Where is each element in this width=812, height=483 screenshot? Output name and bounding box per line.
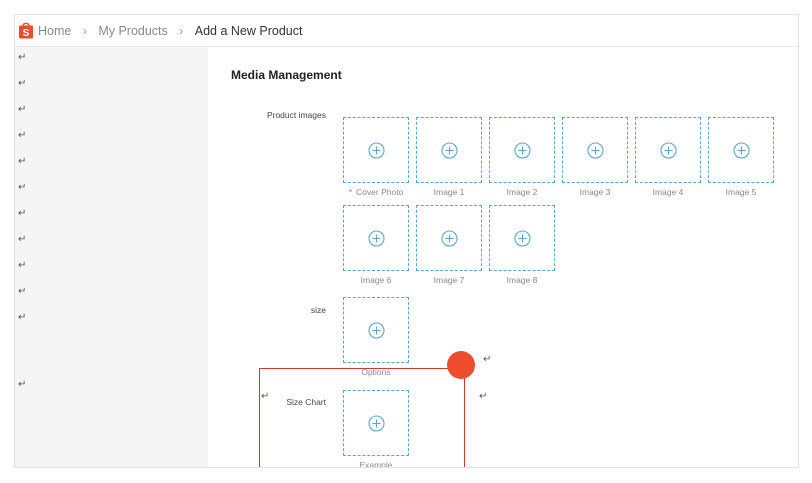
section-title: Media Management bbox=[231, 68, 342, 82]
breadcrumb-home[interactable]: Home bbox=[38, 24, 71, 38]
plus-circle-icon bbox=[514, 230, 531, 247]
plus-circle-icon bbox=[660, 142, 677, 159]
plus-circle-icon bbox=[733, 142, 750, 159]
cover-photo-caption: * Cover Photo bbox=[343, 187, 409, 197]
cover-photo-upload-slot[interactable] bbox=[343, 117, 409, 183]
breadcrumb: Home › My Products › Add a New Product bbox=[38, 23, 302, 38]
return-mark: ↵ bbox=[18, 379, 27, 390]
return-mark: ↵ bbox=[18, 78, 27, 89]
breadcrumb-current: Add a New Product bbox=[194, 23, 303, 38]
plus-circle-icon bbox=[368, 230, 385, 247]
chevron-right-icon: › bbox=[82, 23, 87, 38]
image-upload-slot-5[interactable] bbox=[708, 117, 774, 183]
cover-photo-text: Cover Photo bbox=[356, 187, 404, 197]
return-mark: ↵ bbox=[18, 156, 27, 167]
breadcrumb-my-products[interactable]: My Products bbox=[98, 24, 167, 38]
image-slot-caption: Image 6 bbox=[360, 275, 392, 285]
media-panel: Media Management Product images * Cover P… bbox=[208, 47, 798, 468]
shopee-bag-icon[interactable]: S bbox=[18, 21, 34, 39]
image-upload-slot-1[interactable] bbox=[416, 117, 482, 183]
image-slot-caption: Image 8 bbox=[506, 275, 538, 285]
size-label: size bbox=[310, 305, 326, 315]
plus-circle-icon bbox=[441, 230, 458, 247]
top-bar: S Home › My Products › Add a New Product bbox=[15, 15, 798, 47]
return-mark: ↵ bbox=[483, 354, 492, 365]
return-mark: ↵ bbox=[479, 391, 488, 402]
plus-circle-icon bbox=[514, 142, 531, 159]
image-upload-slot-3[interactable] bbox=[562, 117, 628, 183]
image-slot-caption: Image 4 bbox=[652, 187, 684, 197]
return-mark: ↵ bbox=[18, 234, 27, 245]
chevron-right-icon: › bbox=[179, 23, 184, 38]
plus-circle-icon bbox=[587, 142, 604, 159]
return-mark: ↵ bbox=[261, 391, 270, 402]
return-mark: ↵ bbox=[18, 260, 27, 271]
image-slot-caption: Image 3 bbox=[579, 187, 611, 197]
return-mark: ↵ bbox=[18, 182, 27, 193]
return-mark: ↵ bbox=[18, 52, 27, 63]
size-upload-slot[interactable] bbox=[343, 297, 409, 363]
logo-letter: S bbox=[23, 28, 30, 39]
cursor-marker bbox=[447, 351, 475, 379]
return-mark: ↵ bbox=[18, 104, 27, 115]
plus-circle-icon bbox=[368, 322, 385, 339]
plus-circle-icon bbox=[368, 415, 385, 432]
return-mark: ↵ bbox=[18, 286, 27, 297]
image-slot-caption: Image 2 bbox=[506, 187, 538, 197]
size-chart-label: Size Chart bbox=[286, 397, 326, 407]
size-chart-slot-caption: Example bbox=[359, 460, 393, 468]
image-upload-slot-4[interactable] bbox=[635, 117, 701, 183]
return-mark: ↵ bbox=[18, 312, 27, 323]
image-slot-caption: Image 5 bbox=[725, 187, 757, 197]
plus-circle-icon bbox=[441, 142, 458, 159]
size-slot-caption: Options bbox=[361, 367, 391, 377]
product-images-label: Product images bbox=[266, 110, 326, 120]
image-upload-slot-7[interactable] bbox=[416, 205, 482, 271]
image-slot-caption: Image 7 bbox=[433, 275, 465, 285]
image-upload-slot-2[interactable] bbox=[489, 117, 555, 183]
return-mark: ↵ bbox=[18, 130, 27, 141]
image-upload-slot-8[interactable] bbox=[489, 205, 555, 271]
plus-circle-icon bbox=[368, 142, 385, 159]
size-chart-upload-slot[interactable] bbox=[343, 390, 409, 456]
image-upload-slot-6[interactable] bbox=[343, 205, 409, 271]
image-slot-caption: Image 1 bbox=[433, 187, 465, 197]
app-window: S Home › My Products › Add a New Product… bbox=[14, 14, 799, 468]
return-mark: ↵ bbox=[18, 208, 27, 219]
required-mark: * bbox=[348, 187, 353, 197]
